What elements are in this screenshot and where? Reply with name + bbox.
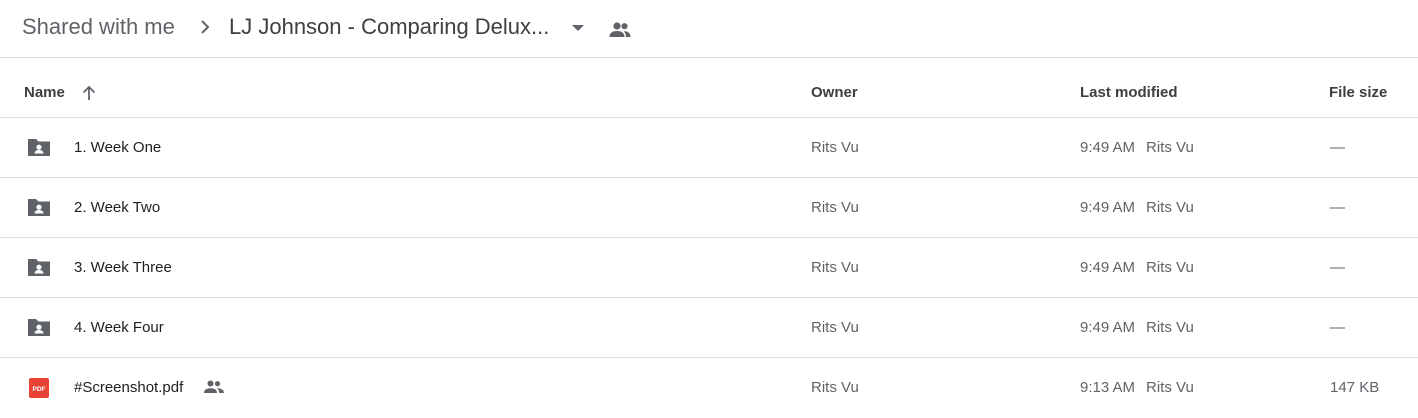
shared-folder-icon <box>28 319 50 336</box>
column-header-name[interactable]: Name <box>24 84 65 102</box>
sort-ascending-arrow-icon[interactable] <box>80 84 98 102</box>
file-row[interactable]: 1. Week One Rits Vu 9:49 AM Rits Vu — <box>0 118 1418 178</box>
dropdown-arrow-icon[interactable] <box>568 20 588 36</box>
file-modified-by: Rits Vu <box>1146 259 1194 276</box>
file-name: 2. Week Two <box>74 199 161 216</box>
file-modified-time: 9:49 AM <box>1080 319 1136 336</box>
file-modified-by: Rits Vu <box>1146 379 1194 396</box>
column-header-file-size[interactable]: File size <box>1329 84 1387 102</box>
file-row[interactable]: PDF #Screenshot.pdf Rits Vu 9:13 AM Rits… <box>0 358 1418 418</box>
file-row[interactable]: 2. Week Two Rits Vu 9:49 AM Rits Vu — <box>0 178 1418 238</box>
column-header-owner[interactable]: Owner <box>811 84 858 102</box>
file-modified-time: 9:49 AM <box>1080 259 1136 276</box>
file-name: 1. Week One <box>74 139 162 156</box>
file-modified-time: 9:49 AM <box>1080 199 1136 216</box>
breadcrumb-shared-with-me[interactable]: Shared with me <box>22 13 175 41</box>
file-modified-by: Rits Vu <box>1146 139 1194 156</box>
column-header-row: Name Owner Last modified File size <box>0 58 1418 118</box>
pdf-file-icon: PDF <box>29 378 49 398</box>
file-modified-time: 9:13 AM <box>1080 379 1136 396</box>
file-modified-time: 9:49 AM <box>1080 139 1136 156</box>
column-header-last-modified[interactable]: Last modified <box>1080 84 1178 102</box>
file-row[interactable]: 4. Week Four Rits Vu 9:49 AM Rits Vu — <box>0 298 1418 358</box>
file-size: — <box>1330 259 1345 276</box>
file-modified-by: Rits Vu <box>1146 319 1194 336</box>
file-size: — <box>1330 319 1345 336</box>
breadcrumb-current-folder[interactable]: LJ Johnson - Comparing Delux... <box>229 13 549 41</box>
shared-folder-icon <box>28 259 50 276</box>
pdf-icon-label: PDF <box>33 386 46 393</box>
breadcrumb: Shared with me LJ Johnson - Comparing De… <box>0 0 1418 57</box>
file-name: #Screenshot.pdf <box>74 379 184 396</box>
file-modified-by: Rits Vu <box>1146 199 1194 216</box>
file-owner: Rits Vu <box>811 259 859 276</box>
people-icon[interactable] <box>608 19 632 41</box>
file-list: 1. Week One Rits Vu 9:49 AM Rits Vu — 2.… <box>0 118 1418 418</box>
shared-folder-icon <box>28 139 50 156</box>
people-icon <box>204 380 224 393</box>
file-name: 4. Week Four <box>74 319 164 336</box>
file-size: — <box>1330 139 1345 156</box>
file-size: — <box>1330 199 1345 216</box>
file-row[interactable]: 3. Week Three Rits Vu 9:49 AM Rits Vu — <box>0 238 1418 298</box>
file-name: 3. Week Three <box>74 259 172 276</box>
shared-folder-icon <box>28 199 50 216</box>
chevron-right-icon <box>201 20 210 34</box>
file-owner: Rits Vu <box>811 199 859 216</box>
file-size: 147 KB <box>1330 379 1380 396</box>
file-owner: Rits Vu <box>811 139 859 156</box>
file-owner: Rits Vu <box>811 379 859 396</box>
file-owner: Rits Vu <box>811 319 859 336</box>
